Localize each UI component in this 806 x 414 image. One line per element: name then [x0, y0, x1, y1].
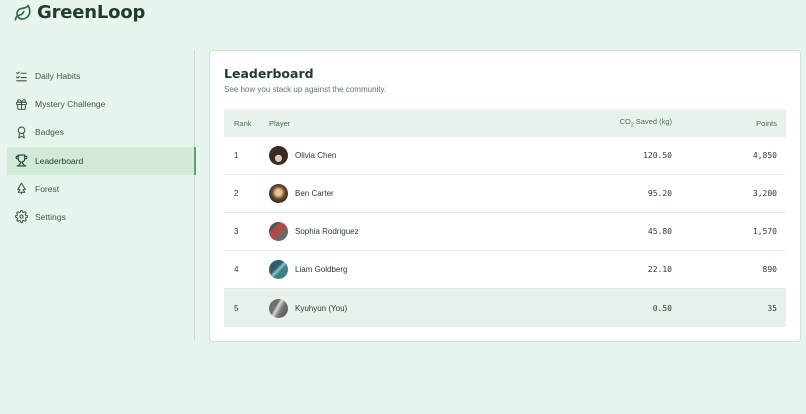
- player-cell: Sophia Rodriguez: [269, 222, 524, 241]
- page-subtitle: See how you stack up against the communi…: [224, 85, 387, 94]
- gift-icon: [15, 98, 28, 111]
- app-name: GreenLoop: [37, 2, 146, 23]
- co2-cell: 0.50: [652, 303, 672, 313]
- player-name: Ben Carter: [295, 189, 334, 198]
- sidebar-item-label: Mystery Challenge: [35, 99, 106, 110]
- player-name: Olivia Chen: [295, 151, 337, 160]
- co2-cell: 22.10: [647, 265, 672, 274]
- tree-icon: [15, 182, 28, 195]
- sidebar-item-label: Badges: [35, 127, 64, 138]
- sidebar-item-label: Forest: [35, 183, 60, 194]
- award-icon: [15, 126, 28, 139]
- avatar: [269, 146, 288, 165]
- table-row[interactable]: 3 Sophia Rodriguez 45.80 1,570: [224, 213, 786, 251]
- sidebar-item-badges[interactable]: Badges: [7, 118, 195, 146]
- points-cell: 4,850: [752, 151, 777, 160]
- player-cell: Olivia Chen: [269, 146, 524, 165]
- co2-label-suffix: Saved (kg): [633, 117, 672, 127]
- table-row[interactable]: 1 Olivia Chen 120.50 4,850: [224, 137, 786, 175]
- app-logo[interactable]: GreenLoop: [14, 2, 145, 23]
- sidebar-item-label: Leaderboard: [35, 155, 84, 166]
- player-cell: Ben Carter: [269, 184, 524, 203]
- player-name: Kyuhyun (You): [295, 303, 348, 313]
- rank-cell: 5: [234, 303, 239, 313]
- avatar: [269, 298, 288, 318]
- co2-cell: 120.50: [643, 151, 672, 160]
- sidebar-item-forest[interactable]: Forest: [7, 175, 195, 203]
- avatar: [269, 184, 288, 203]
- table-header: Rank Player CO2 Saved (kg) Points: [224, 109, 786, 137]
- sidebar-item-daily-habits[interactable]: Daily Habits: [7, 62, 195, 90]
- sidebar-item-label: Daily Habits: [35, 71, 81, 81]
- co2-cell: 45.80: [647, 227, 672, 236]
- table-row[interactable]: 4 Liam Goldberg 22.10 890: [224, 251, 786, 289]
- co2-cell: 95.20: [647, 189, 672, 198]
- table-row[interactable]: 2 Ben Carter 95.20 3,200: [224, 175, 786, 213]
- sidebar-item-leaderboard[interactable]: Leaderboard: [7, 146, 196, 175]
- sidebar-item-label: Settings: [35, 211, 66, 222]
- table-row-current-user[interactable]: 5 Kyuhyun (You) 0.50 35: [224, 289, 786, 327]
- rank-cell: 2: [234, 189, 239, 198]
- column-header-points: Points: [756, 118, 777, 128]
- co2-label-prefix: CO: [619, 117, 631, 127]
- rank-cell: 3: [234, 227, 239, 236]
- trophy-icon: [15, 154, 28, 167]
- points-cell: 35: [767, 303, 777, 313]
- leaderboard-card: Leaderboard See how you stack up against…: [209, 50, 801, 342]
- player-name: Liam Goldberg: [295, 265, 348, 274]
- avatar: [269, 260, 288, 279]
- player-name: Sophia Rodriguez: [295, 227, 359, 236]
- page-title: Leaderboard: [224, 66, 314, 81]
- points-cell: 3,200: [752, 189, 777, 198]
- column-header-co2: CO2 Saved (kg): [524, 117, 672, 129]
- points-cell: 890: [762, 265, 777, 274]
- list-check-icon: [15, 70, 28, 83]
- player-cell: Liam Goldberg: [269, 260, 524, 279]
- gear-icon: [15, 210, 28, 224]
- column-header-player: Player: [269, 118, 291, 128]
- rank-cell: 4: [234, 265, 239, 274]
- points-cell: 1,570: [752, 227, 777, 236]
- sidebar-item-settings[interactable]: Settings: [7, 203, 195, 231]
- avatar: [269, 222, 288, 241]
- column-header-rank: Rank: [234, 118, 252, 128]
- leaderboard-table: Rank Player CO2 Saved (kg) Points 1 Oliv…: [224, 109, 786, 327]
- rank-cell: 1: [234, 151, 239, 160]
- sidebar-item-mystery-challenge[interactable]: Mystery Challenge: [7, 90, 195, 118]
- player-cell: Kyuhyun (You): [269, 298, 524, 318]
- leaf-icon: [14, 4, 32, 22]
- sidebar-nav: Daily Habits Mystery Challenge Badges Le…: [7, 62, 196, 231]
